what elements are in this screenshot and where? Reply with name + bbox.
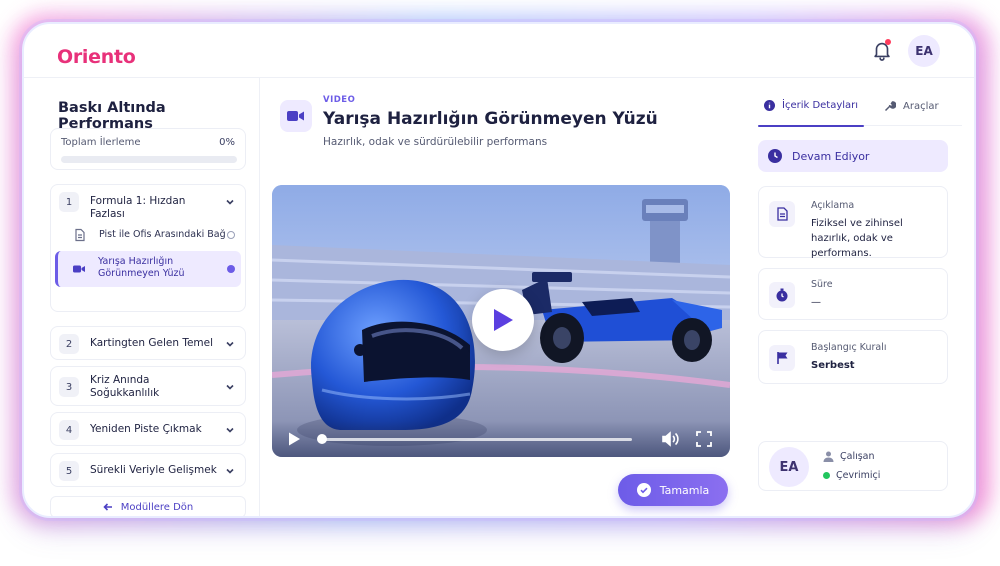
progress-label: Toplam İlerleme [61,137,141,148]
complete-label: Tamamla [659,483,710,497]
clock-icon [768,149,782,163]
back-to-modules-button[interactable]: Modüllere Dön [50,496,246,516]
tab-content-details[interactable]: İçerik Detayları [764,100,858,111]
lesson-status-dot [227,265,235,273]
play-button[interactable] [472,289,534,351]
content-type-label: VIDEO [323,95,356,105]
video-icon [73,265,85,273]
top-bar: Oriento EA [24,24,974,78]
user-role-text: Çalışan [840,451,875,462]
progress-bar [61,156,237,163]
stopwatch-icon [776,288,788,302]
module-name: Kriz Anında Soğukkanlılık [90,374,160,399]
arrow-left-icon [103,503,112,511]
active-tab-indicator [758,124,864,127]
person-icon [823,451,834,462]
play-icon [494,309,513,331]
user-role: Çalışan [823,451,875,462]
app-logo[interactable]: Oriento [57,46,136,68]
details-tabs: İçerik Detayları Araçlar [758,94,962,127]
start-rule-icon-wrap [769,345,795,371]
play-icon[interactable] [286,431,302,447]
video-camera-icon [287,111,304,121]
progress-percent: 0% [219,137,235,148]
module-5[interactable]: 5 Sürekli Veriyle Gelişmek [50,453,246,487]
status-text: Devam Ediyor [792,149,870,163]
course-sidebar: Baskı Altında Performans Toplam İlerleme… [24,78,260,516]
chevron-down-icon [226,384,234,390]
description-icon-wrap [769,201,795,227]
app-window: Oriento EA Baskı Altında Performans Topl… [22,22,976,518]
tab-label: Araçlar [903,100,939,112]
duration-card: Süre — [758,268,948,320]
chevron-down-icon [226,341,234,347]
start-rule-card: Başlangıç Kuralı Serbest [758,330,948,384]
user-avatar[interactable]: EA [769,447,809,487]
flag-icon [776,352,787,364]
back-label: Modüllere Dön [120,501,194,513]
lesson-item[interactable]: Pist ile Ofis Arasındaki Bağ [51,219,245,251]
document-icon [75,228,85,242]
complete-button[interactable]: Tamamla [618,474,728,506]
user-avatar[interactable]: EA [908,35,940,67]
module-number: 4 [59,420,79,440]
lesson-title: Yarışa Hazırlığın Görünmeyen Yüzü [323,109,658,129]
lesson-item-active[interactable]: Yarışa Hazırlığın Görünmeyen Yüzü [55,251,241,287]
wrench-icon [884,101,896,112]
tab-label: İçerik Detayları [782,100,859,111]
module-3[interactable]: 3 Kriz Anında Soğukkanlılık [50,366,246,406]
volume-icon[interactable] [662,431,680,447]
module-name: Sürekli Veriyle Gelişmek [90,464,217,476]
module-number: 2 [59,334,79,354]
lesson-content: VIDEO Yarışa Hazırlığın Görünmeyen Yüzü … [260,78,744,516]
module-number: 5 [59,461,79,481]
info-icon [764,100,775,111]
description-value: Fiziksel ve zihinsel hazırlık, odak ve p… [811,218,903,259]
video-controls [272,421,730,457]
check-circle-icon [636,483,651,497]
module-number: 1 [59,192,79,212]
user-status-text: Çevrimiçi [836,470,881,481]
duration-value: — [811,297,821,308]
module-name: Formula 1: Hızdan Fazlası [90,195,186,220]
online-status-dot [823,472,830,479]
chevron-down-icon [226,427,234,433]
module-1-header[interactable]: 1 Formula 1: Hızdan Fazlası [51,185,245,220]
tab-tools[interactable]: Araçlar [884,100,939,112]
module-4[interactable]: 4 Yeniden Piste Çıkmak [50,412,246,446]
chevron-down-icon [226,199,234,205]
duration-icon-wrap [769,282,795,308]
start-rule-value: Serbest [811,360,855,371]
status-badge: Devam Ediyor [758,140,948,172]
module-name: Yeniden Piste Çıkmak [90,423,202,435]
lesson-subtitle: Hazırlık, odak ve sürdürülebilir perform… [323,136,548,148]
details-panel: İçerik Detayları Araçlar Devam Ediyor Aç… [744,78,974,516]
video-player[interactable] [272,185,730,457]
lesson-name: Yarışa Hazırlığın Görünmeyen Yüzü [98,256,185,279]
lesson-status-dot [227,231,235,239]
progress-card: Toplam İlerleme 0% [50,128,246,170]
user-status: Çevrimiçi [823,470,880,481]
video-scrubber[interactable] [317,434,632,444]
module-number: 3 [59,377,79,397]
module-2[interactable]: 2 Kartingten Gelen Temel [50,326,246,360]
duration-label: Süre [811,279,833,290]
fullscreen-icon[interactable] [696,431,712,447]
notification-dot [885,39,891,45]
user-card: EA Çalışan Çevrimiçi [758,441,948,491]
chevron-down-icon [226,468,234,474]
module-name: Kartingten Gelen Temel [90,337,214,349]
video-badge [280,100,312,132]
description-card: Açıklama Fiziksel ve zihinsel hazırlık, … [758,186,948,259]
scrubber-handle[interactable] [317,434,327,444]
start-rule-label: Başlangıç Kuralı [811,342,887,353]
description-label: Açıklama [811,200,855,211]
document-icon [776,207,788,221]
lesson-name: Pist ile Ofis Arasındaki Bağ [99,229,226,240]
module-1: 1 Formula 1: Hızdan Fazlası Pist ile Ofi… [50,184,246,312]
